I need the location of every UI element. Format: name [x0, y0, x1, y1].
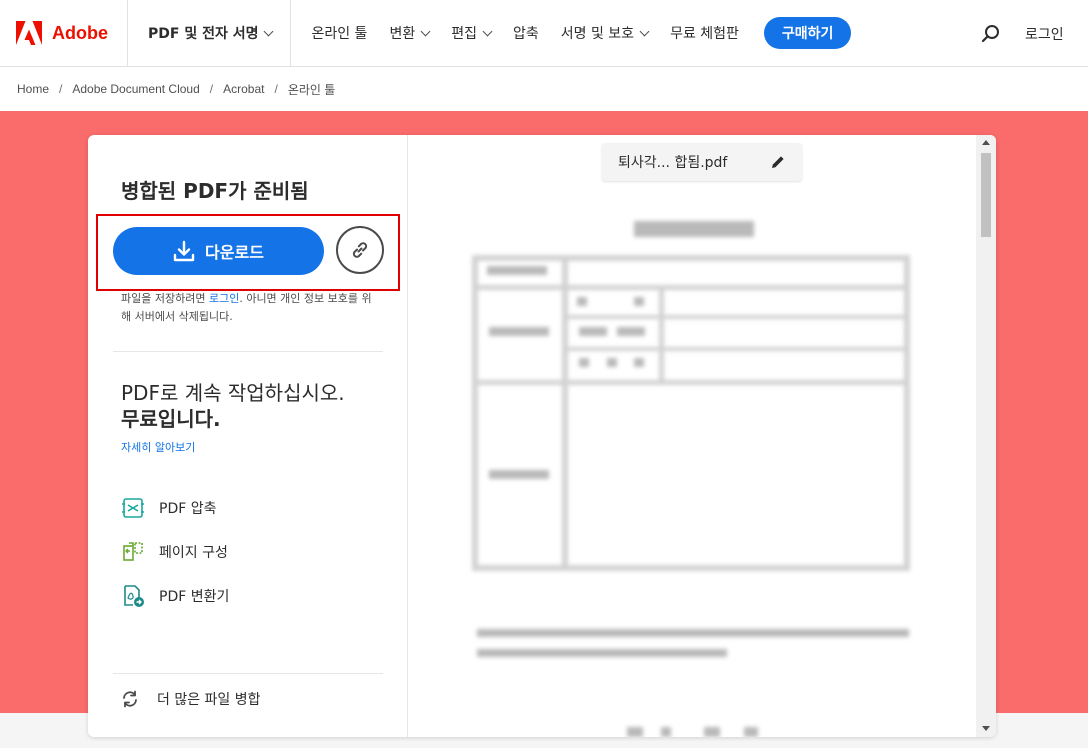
- top-navigation: Adobe PDF 및 전자 서명 온라인 툴 변환 편집 압축 서명 및 보호…: [0, 0, 1088, 67]
- breadcrumb-separator: /: [209, 82, 214, 96]
- chevron-down-icon: [482, 26, 493, 36]
- pdf-preview[interactable]: 퇴사각... 합됨.pdf: [409, 135, 996, 737]
- tool-compress-pdf[interactable]: PDF 압축: [121, 496, 217, 520]
- adobe-brand[interactable]: Adobe: [0, 0, 128, 67]
- tool-organize-pages[interactable]: 페이지 구성: [121, 540, 228, 564]
- breadcrumb-online-tools[interactable]: 온라인 툴: [288, 81, 336, 98]
- link-icon: [352, 242, 368, 258]
- promo-line2: 무료입니다.: [121, 407, 221, 431]
- login-inline-link[interactable]: 로그인: [209, 292, 239, 305]
- divider: [113, 673, 383, 674]
- merge-result-card: 병합된 PDF가 준비됨 다운로드 파일을 저장하려면 로그인. 아니면 개인 …: [88, 135, 996, 737]
- nav-item-label: 서명 및 보호: [560, 26, 635, 42]
- organize-pages-icon: [123, 542, 143, 561]
- nav-item-label: 편집: [451, 26, 477, 42]
- blurred-document-page: [409, 135, 969, 737]
- nav-item-label: 온라인 툴: [311, 26, 368, 42]
- nav-item-label: 무료 체험판: [670, 26, 739, 42]
- brand-name: Adobe: [52, 22, 108, 43]
- chevron-down-icon: [264, 26, 274, 36]
- breadcrumb-home[interactable]: Home: [17, 82, 49, 96]
- filename-label: 퇴사각... 합됨.pdf: [618, 155, 728, 171]
- login-link[interactable]: 로그인: [1025, 24, 1064, 44]
- tool-convert-pdf[interactable]: PDF 변환기: [121, 584, 229, 608]
- nav-convert[interactable]: 변환: [389, 23, 431, 43]
- buy-button[interactable]: 구매하기: [763, 17, 852, 49]
- breadcrumb: Home / Adobe Document Cloud / Acrobat / …: [0, 67, 1088, 111]
- scroll-thumb[interactable]: [981, 153, 991, 237]
- download-icon: [173, 240, 195, 262]
- save-note-text: 파일을 저장하려면: [121, 292, 209, 305]
- download-button[interactable]: 다운로드: [113, 227, 324, 275]
- preview-scrollbar[interactable]: [976, 135, 996, 737]
- nav-items: 온라인 툴 변환 편집 압축 서명 및 보호 무료 체험판 구매하기: [291, 0, 852, 67]
- adobe-logo-icon: [16, 21, 42, 45]
- filename-chip[interactable]: 퇴사각... 합됨.pdf: [602, 143, 802, 181]
- chevron-down-icon: [639, 26, 650, 36]
- share-link-button[interactable]: [336, 226, 384, 274]
- nav-pdf-esign[interactable]: PDF 및 전자 서명: [128, 0, 292, 67]
- result-side-panel: 병합된 PDF가 준비됨 다운로드 파일을 저장하려면 로그인. 아니면 개인 …: [88, 135, 408, 737]
- merge-more-label: 더 많은 파일 병합: [157, 692, 261, 708]
- tool-label: 페이지 구성: [159, 545, 228, 561]
- scroll-up-arrow-icon[interactable]: [982, 140, 990, 145]
- ready-title: 병합된 PDF가 준비됨: [121, 179, 309, 203]
- merge-more-files-button[interactable]: 더 많은 파일 병합: [121, 689, 261, 709]
- download-label: 다운로드: [205, 243, 264, 262]
- learn-more-link[interactable]: 자세히 알아보기: [121, 439, 195, 455]
- nav-item-label: 변환: [389, 26, 416, 42]
- scroll-down-arrow-icon[interactable]: [982, 726, 990, 731]
- nav-free-trial[interactable]: 무료 체험판: [670, 23, 739, 43]
- breadcrumb-separator: /: [274, 82, 278, 96]
- refresh-icon: [123, 690, 137, 708]
- convert-pdf-icon: [124, 585, 144, 607]
- compress-pdf-icon: [122, 498, 144, 518]
- tool-label: PDF 변환기: [159, 589, 230, 605]
- pencil-icon[interactable]: [770, 154, 786, 170]
- search-icon[interactable]: [981, 24, 1001, 44]
- nav-compress[interactable]: 압축: [513, 23, 539, 43]
- nav-sign-protect[interactable]: 서명 및 보호: [560, 23, 650, 43]
- promo-line1: PDF로 계속 작업하십시오.: [121, 381, 345, 405]
- divider: [113, 351, 383, 352]
- nav-edit[interactable]: 편집: [451, 23, 493, 43]
- breadcrumb-separator: /: [59, 82, 63, 96]
- nav-pdf-esign-label: PDF 및 전자 서명: [148, 26, 259, 42]
- tool-label: PDF 압축: [159, 501, 217, 517]
- save-note: 파일을 저장하려면 로그인. 아니면 개인 정보 보호를 위해 서버에서 삭제됩…: [121, 290, 373, 326]
- chevron-down-icon: [420, 26, 431, 36]
- breadcrumb-document-cloud[interactable]: Adobe Document Cloud: [72, 82, 199, 96]
- nav-item-label: 압축: [512, 26, 539, 42]
- breadcrumb-acrobat[interactable]: Acrobat: [223, 82, 264, 96]
- nav-online-tools[interactable]: 온라인 툴: [311, 23, 367, 43]
